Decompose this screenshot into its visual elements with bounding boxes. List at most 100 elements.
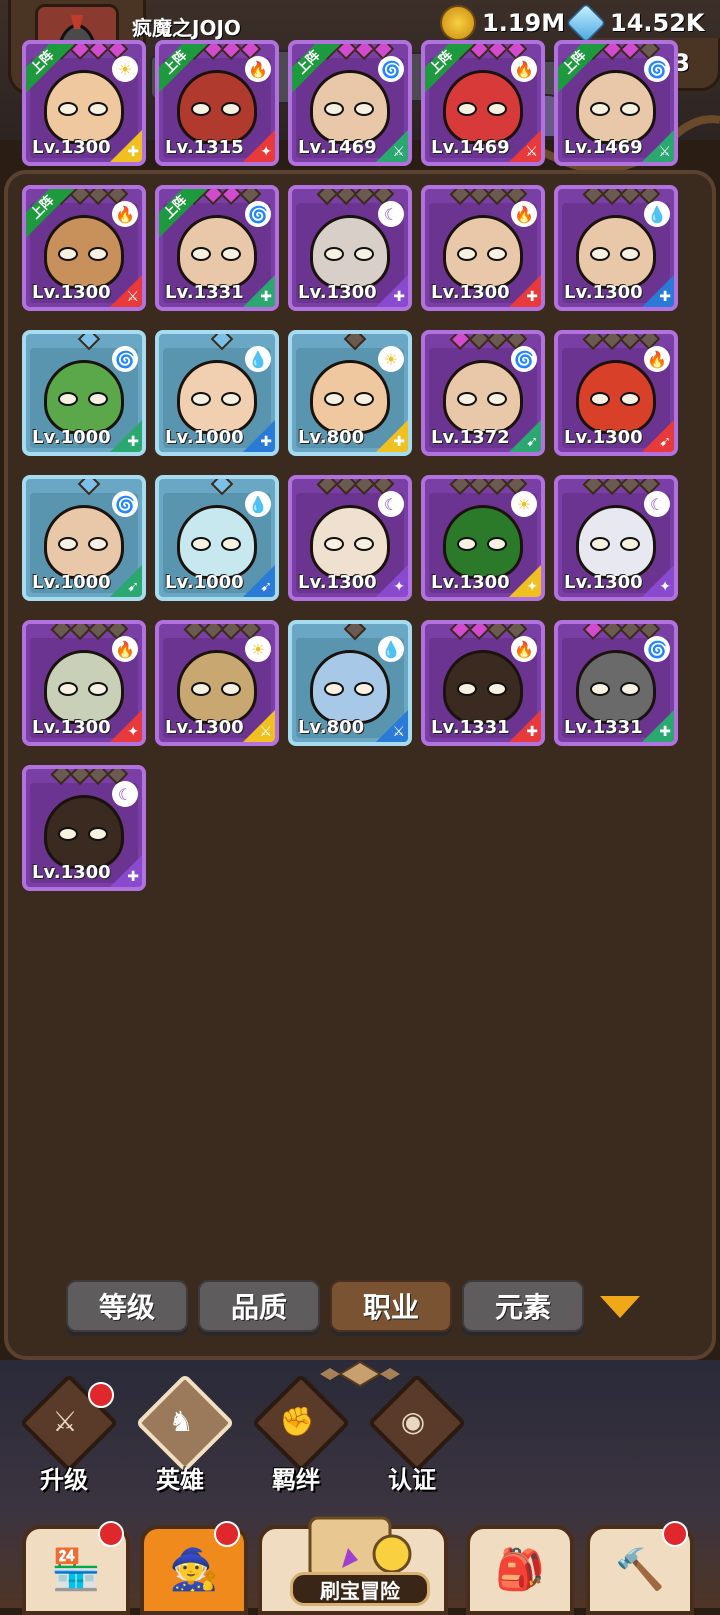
hero-card[interactable]: 💧 ✚ Lv.1300 — [554, 185, 678, 311]
hero-icon: ♞ — [168, 1404, 194, 1438]
certify-tab[interactable]: ◉ 认证 — [364, 1373, 467, 1498]
hero-card[interactable]: 🔥 ⚔ Lv.1300 上阵 — [22, 185, 146, 311]
hero-card[interactable]: ☀ ⚔ Lv.1300 — [155, 620, 279, 746]
gold-counter[interactable]: 1.19M — [440, 5, 565, 41]
gem-icon — [449, 624, 472, 640]
light-element-icon: ☀ — [378, 346, 404, 372]
gem-icon — [87, 624, 110, 640]
gem-icon — [87, 769, 110, 785]
star-gems — [54, 479, 124, 496]
filter-dropdown-arrow-icon[interactable] — [600, 1296, 640, 1318]
hero-eyes — [187, 102, 245, 116]
star-gems — [449, 334, 527, 350]
hero-level: Lv.1300 — [298, 282, 377, 303]
hero-card[interactable]: ☀ ✚ Lv.1300 上阵 — [22, 40, 146, 166]
divider-ornament-icon — [320, 1360, 400, 1388]
star-gems — [320, 334, 390, 351]
shop-icon: 🏪 — [51, 1546, 101, 1593]
star-gems — [320, 624, 390, 641]
hero-eyes — [320, 682, 378, 696]
notification-badge — [662, 1521, 688, 1547]
notification-badge — [98, 1521, 124, 1547]
wind-element-icon: 🌀 — [511, 346, 537, 372]
hero-card[interactable]: 🔥 ✚ Lv.1331 — [421, 620, 545, 746]
gem-icon — [486, 624, 509, 640]
star-gems — [187, 479, 257, 496]
hero-level: Lv.1331 — [431, 717, 510, 738]
water-element-icon: 💧 — [245, 346, 271, 372]
hero-level: Lv.1300 — [165, 717, 244, 738]
gem-icon — [619, 624, 642, 640]
hero-card[interactable]: ☾ ✦ Lv.1300 — [554, 475, 678, 601]
hero-card[interactable]: ☾ ✦ Lv.1300 — [288, 475, 412, 601]
hero-card[interactable]: 🔥 ✦ Lv.1315 上阵 — [155, 40, 279, 166]
hero-level: Lv.1300 — [32, 137, 111, 158]
hero-card[interactable]: 🌀 ➹ Lv.1000 — [22, 475, 146, 601]
hero-card[interactable]: 💧 ⚔ Lv.800 — [288, 620, 412, 746]
hero-card[interactable]: 🔥 ✦ Lv.1300 — [22, 620, 146, 746]
bond-label: 羁绊 — [272, 1466, 320, 1494]
dark-element-icon: ☾ — [112, 781, 138, 807]
hero-eyes — [453, 392, 511, 406]
hero-card[interactable]: 🌀 ✚ Lv.1331 — [554, 620, 678, 746]
water-element-icon: 💧 — [378, 636, 404, 662]
hero-label: 英雄 — [156, 1466, 204, 1494]
hero-card[interactable]: ☾ ✚ Lv.1300 — [22, 765, 146, 891]
nav-shop[interactable]: 🏪 — [22, 1521, 130, 1615]
light-element-icon: ☀ — [245, 636, 271, 662]
certify-label: 认证 — [388, 1466, 436, 1494]
hero-card[interactable]: 💧 ✚ Lv.1000 — [155, 330, 279, 456]
hero-eyes — [586, 102, 644, 116]
hero-eyes — [54, 102, 112, 116]
gem-icon — [486, 189, 509, 205]
star-gems — [582, 624, 660, 640]
star-gems — [187, 334, 257, 351]
hero-card[interactable]: 🔥 ⚔ Lv.1469 上阵 — [421, 40, 545, 166]
star-gems — [449, 479, 527, 495]
wind-element-icon: 🌀 — [378, 56, 404, 82]
gem-icon — [582, 189, 605, 205]
filter-quality-button[interactable]: 品质 — [198, 1280, 320, 1332]
dark-element-icon: ☾ — [378, 491, 404, 517]
star-gems — [50, 769, 128, 785]
hero-card[interactable]: ☀ ✦ Lv.1300 — [421, 475, 545, 601]
hero-level: Lv.1300 — [564, 282, 643, 303]
hero-card[interactable]: ☀ ✚ Lv.800 — [288, 330, 412, 456]
filter-element-button[interactable]: 元素 — [462, 1280, 584, 1332]
hero-eyes — [453, 682, 511, 696]
gem-icon — [316, 479, 339, 495]
hero-card[interactable]: 🌀 ⚔ Lv.1469 上阵 — [288, 40, 412, 166]
adventure-label: 刷宝冒险 — [290, 1572, 430, 1606]
hero-card[interactable]: 🔥 ✚ Lv.1300 — [421, 185, 545, 311]
hero-level: Lv.1000 — [32, 572, 111, 593]
hero-eyes — [54, 682, 112, 696]
filter-class-button[interactable]: 职业 — [330, 1280, 452, 1332]
hero-card[interactable]: 🌀 ✚ Lv.1331 上阵 — [155, 185, 279, 311]
hero-card[interactable]: 🌀 ⚔ Lv.1469 上阵 — [554, 40, 678, 166]
gold-coin-icon — [440, 5, 476, 41]
hero-eyes — [187, 537, 245, 551]
gem-icon — [353, 189, 376, 205]
eye-icon: ◉ — [400, 1404, 426, 1438]
hero-card[interactable]: ☾ ✚ Lv.1300 — [288, 185, 412, 311]
gem-counter[interactable]: 14.52K — [565, 2, 705, 44]
hero-card[interactable]: 🌀 ✚ Lv.1000 — [22, 330, 146, 456]
sword-icon: ⚔ — [52, 1404, 78, 1438]
filter-level-button[interactable]: 等级 — [66, 1280, 188, 1332]
wind-element-icon: 🌀 — [112, 346, 138, 372]
backpack-icon: 🎒 — [495, 1546, 545, 1593]
nav-forge[interactable]: 🔨 — [586, 1521, 694, 1615]
gem-icon — [87, 44, 110, 60]
hero-card[interactable]: 🔥 ➹ Lv.1300 — [554, 330, 678, 456]
nav-heroes[interactable]: 🧙 — [140, 1521, 248, 1615]
hero-card[interactable]: 💧 ➹ Lv.1000 — [155, 475, 279, 601]
nav-backpack[interactable]: 🎒 — [466, 1525, 574, 1615]
wind-element-icon: 🌀 — [245, 201, 271, 227]
bond-tab[interactable]: ✊ 羁绊 — [248, 1373, 351, 1498]
hero-card[interactable]: 🌀 ➹ Lv.1372 — [421, 330, 545, 456]
star-gems — [449, 624, 527, 640]
hero-eyes — [54, 247, 112, 261]
hero-tab[interactable]: ♞ 英雄 — [132, 1373, 235, 1498]
hero-eyes — [586, 537, 644, 551]
upgrade-tab[interactable]: ⚔ 升级 — [16, 1373, 119, 1498]
